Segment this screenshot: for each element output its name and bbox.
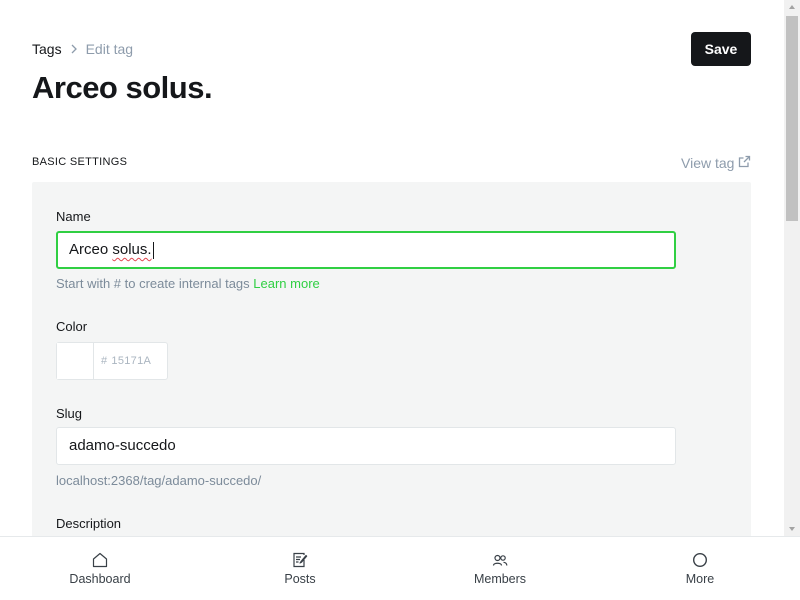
slug-hint: localhost:2368/tag/adamo-succedo/ (56, 473, 262, 488)
slug-input[interactable]: adamo-succedo (56, 427, 676, 465)
view-tag-label: View tag (681, 155, 735, 171)
name-hint-text: Start with # to create internal tags (56, 276, 250, 291)
learn-more-link[interactable]: Learn more (253, 276, 319, 291)
nav-label-posts: Posts (284, 572, 316, 586)
scrollbar[interactable] (784, 0, 800, 536)
nav-label-members: Members (473, 572, 527, 586)
members-icon (491, 551, 509, 569)
nav-item-more[interactable]: More (600, 537, 800, 600)
bottom-nav: Dashboard Posts Members More (0, 536, 800, 600)
description-label: Description (56, 516, 122, 531)
scroll-up-arrow-icon[interactable] (789, 5, 795, 9)
external-link-icon (738, 155, 751, 171)
main-content: Tags Edit tag Arceo solus. Save BASIC SE… (0, 0, 784, 536)
page-title: Arceo solus. (32, 70, 213, 105)
nav-item-members[interactable]: Members (400, 537, 600, 600)
scroll-down-arrow-icon[interactable] (789, 527, 795, 531)
color-swatch[interactable] (57, 343, 94, 379)
name-hint: Start with # to create internal tags Lea… (56, 276, 320, 291)
breadcrumb: Tags Edit tag (32, 41, 133, 57)
circle-icon (691, 551, 709, 569)
name-input-value-start: Arceo (69, 241, 113, 258)
scroll-thumb[interactable] (786, 16, 798, 221)
text-caret (152, 241, 154, 259)
name-label: Name (56, 209, 91, 224)
view-tag-link[interactable]: View tag (681, 155, 751, 171)
breadcrumb-current: Edit tag (85, 41, 134, 57)
color-label: Color (56, 319, 88, 334)
home-icon (91, 551, 109, 569)
slug-input-value: adamo-succedo (69, 437, 176, 454)
color-hex-value: 15171A (111, 355, 152, 367)
nav-item-posts[interactable]: Posts (200, 537, 400, 600)
nav-label-dashboard: Dashboard (69, 572, 131, 586)
breadcrumb-tags-link[interactable]: Tags (32, 41, 62, 57)
basic-settings-card: Name Arceo solus. Start with # to create… (32, 182, 751, 536)
slug-label: Slug (56, 406, 83, 421)
save-button[interactable]: Save (691, 32, 751, 66)
color-field: # 15171A (56, 342, 168, 380)
chevron-right-icon (69, 44, 79, 54)
color-hash: # (101, 355, 108, 367)
nav-item-dashboard[interactable]: Dashboard (0, 537, 200, 600)
name-input-value-misspelled: solus. (112, 241, 152, 258)
color-hex-input[interactable]: # 15171A (94, 343, 151, 379)
posts-icon (291, 551, 309, 569)
nav-label-more: More (685, 572, 715, 586)
section-heading: BASIC SETTINGS (32, 156, 128, 168)
name-input[interactable]: Arceo solus. (56, 231, 676, 269)
